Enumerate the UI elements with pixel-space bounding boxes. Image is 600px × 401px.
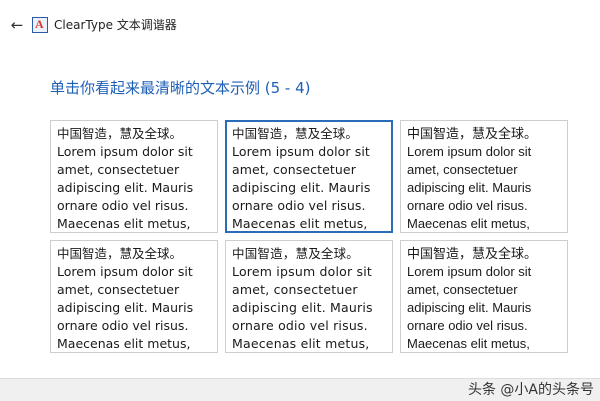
sample-line: adipiscing elit. Mauris — [232, 300, 373, 315]
sample-chinese-text: 中国智造，慧及全球。 — [407, 126, 538, 141]
sample-line: amet, consectetuer — [232, 282, 358, 297]
sample-line: amet, consectetuer — [407, 282, 518, 297]
sample-line: ornare odio vel risus. — [57, 198, 189, 213]
sample-line: Maecenas elit metus, — [407, 336, 530, 351]
sample-chinese-text: 中国智造，慧及全球。 — [57, 246, 183, 261]
sample-line: Lorem ipsum dolor sit — [57, 144, 193, 159]
watermark-text: 头条 @小A的头条号 — [467, 382, 594, 398]
sample-line: adipiscing elit. Mauris — [57, 180, 194, 195]
back-arrow-icon[interactable]: ← — [8, 16, 26, 34]
sample-line: amet, consectetuer — [57, 282, 180, 297]
sample-line: Maecenas elit metus, — [57, 336, 191, 351]
sample-chinese-text: 中国智造，慧及全球。 — [57, 126, 183, 141]
sample-line: amet, consectetuer — [232, 162, 356, 177]
sample-line: Lorem ipsum dolor sit — [407, 264, 532, 279]
sample-line: Maecenas elit metus, — [57, 216, 191, 231]
sample-line: amet, consectetuer — [57, 162, 180, 177]
text-sample-1[interactable]: 中国智造，慧及全球。 Lorem ipsum dolor sit amet, c… — [50, 120, 218, 233]
sample-line: amet, consectetuer — [407, 162, 518, 177]
sample-line: ornare odio vel risus. — [232, 198, 366, 213]
sample-line: ornare odio vel risus. — [407, 198, 528, 213]
text-sample-2[interactable]: 中国智造，慧及全球。 Lorem ipsum dolor sit amet, c… — [225, 120, 393, 233]
sample-line: ornare odio vel risus. — [232, 318, 368, 333]
sample-line: Maecenas elit metus, — [407, 216, 530, 231]
sample-line: adipiscing elit. Mauris — [407, 300, 532, 315]
sample-line: adipiscing elit. Mauris — [57, 300, 194, 315]
text-sample-4[interactable]: 中国智造，慧及全球。 Lorem ipsum dolor sit amet, c… — [50, 240, 218, 353]
title-bar: ← A ClearType 文本调谐器 — [0, 0, 600, 52]
sample-line: Lorem ipsum dolor sit — [232, 144, 370, 159]
sample-line: Lorem ipsum dolor sit — [57, 264, 193, 279]
sample-line: Lorem ipsum dolor sit — [407, 144, 532, 159]
page-heading: 单击你看起来最清晰的文本示例 (5 - 4) — [50, 79, 311, 97]
sample-chinese-text: 中国智造，慧及全球。 — [407, 246, 538, 261]
sample-line: Maecenas elit metus, — [232, 336, 370, 351]
sample-line: ornare odio vel risus. — [57, 318, 189, 333]
sample-line: ornare odio vel risus. — [407, 318, 528, 333]
close-button-edge[interactable] — [572, 0, 600, 30]
sample-chinese-text: 中国智造，慧及全球。 — [232, 126, 359, 141]
text-sample-3[interactable]: 中国智造，慧及全球。 Lorem ipsum dolor sit amet, c… — [400, 120, 568, 233]
sample-line: adipiscing elit. Mauris — [232, 180, 371, 195]
sample-line: Lorem ipsum dolor sit — [232, 264, 372, 279]
cleartype-icon: A — [32, 17, 48, 33]
sample-chinese-text: 中国智造，慧及全球。 — [232, 246, 360, 261]
window-title: ClearType 文本调谐器 — [54, 18, 177, 32]
sample-line: Maecenas elit metus, — [232, 216, 368, 231]
sample-line: adipiscing elit. Mauris — [407, 180, 532, 195]
text-sample-5[interactable]: 中国智造，慧及全球。 Lorem ipsum dolor sit amet, c… — [225, 240, 393, 353]
text-sample-6[interactable]: 中国智造，慧及全球。 Lorem ipsum dolor sit amet, c… — [400, 240, 568, 353]
